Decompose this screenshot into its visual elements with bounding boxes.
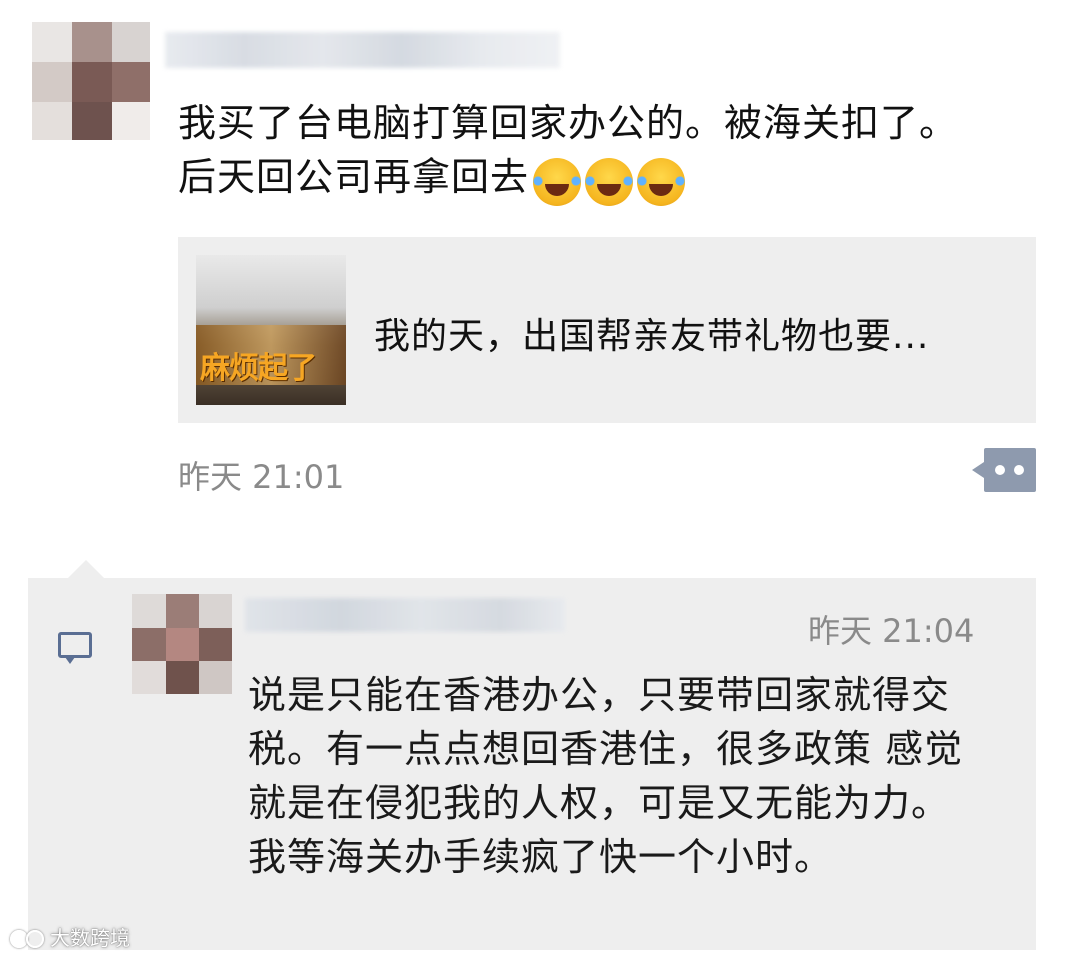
post-text-line2: 后天回公司再拿回去 (178, 150, 1038, 207)
comment-timestamp: 昨天 21:04 (808, 612, 975, 650)
username-blurred[interactable] (165, 32, 560, 68)
more-dots-icon (995, 465, 1005, 475)
comment-icon (58, 632, 92, 664)
emoji-row (530, 153, 689, 207)
shared-link-title: 我的天，出国帮亲友带礼物也要... (374, 316, 930, 357)
comment-text: 说是只能在香港办公，只要带回家就得交税。有一点点想回香港住，很多政策 感觉就是在… (248, 673, 964, 879)
shared-link-card[interactable]: 麻烦起了 我的天，出国帮亲友带礼物也要... (178, 237, 1036, 423)
more-button[interactable] (972, 448, 1036, 492)
watermark: 大数跨境 (8, 922, 130, 951)
post-text-line1: 我买了台电脑打算回家办公的。被海关扣了。 (178, 101, 959, 145)
avatar[interactable] (32, 22, 150, 140)
shared-link-thumbnail: 麻烦起了 (196, 255, 346, 405)
face-with-tears-of-joy-icon (634, 158, 689, 206)
thumbnail-caption: 麻烦起了 (200, 351, 317, 386)
commenter-name-blurred[interactable] (245, 598, 565, 632)
post-timestamp: 昨天 21:01 (178, 458, 345, 496)
watermark-text: 大数跨境 (50, 926, 130, 950)
watermark-logo-icon (8, 926, 46, 948)
face-with-tears-of-joy-icon (530, 158, 585, 206)
face-with-tears-of-joy-icon (582, 158, 637, 206)
post-text: 我买了台电脑打算回家办公的。被海关扣了。 后天回公司再拿回去 (178, 96, 1038, 207)
commenter-avatar[interactable] (132, 594, 232, 694)
